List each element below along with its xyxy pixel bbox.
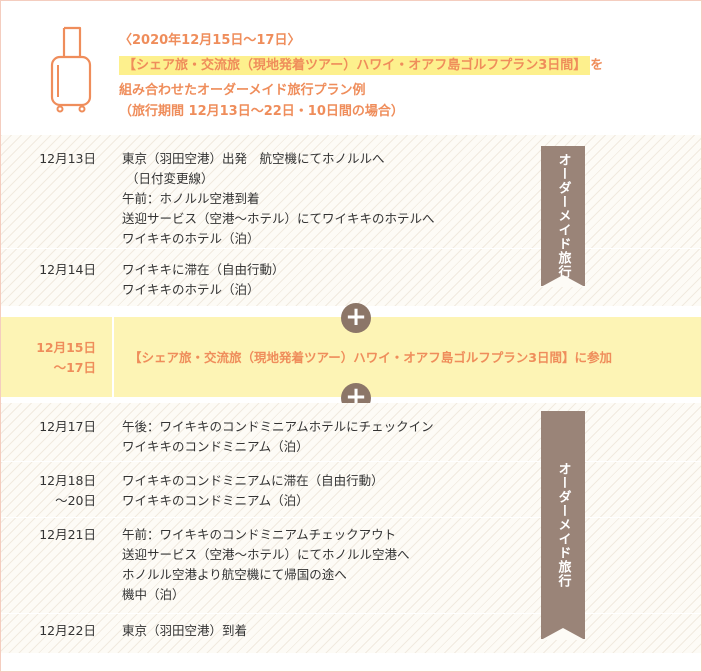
detail-line: ホノルル空港より航空機にて帰国の途へ	[122, 567, 347, 582]
divider	[1, 613, 701, 614]
detail-line: ワイキキに滞在（自由行動）	[122, 262, 285, 277]
divider	[1, 461, 701, 462]
detail-line: ワイキキのコンドミニアム（泊）	[122, 439, 309, 454]
custom-travel-tag: オーダーメイド旅行	[541, 411, 585, 640]
divider	[1, 517, 701, 518]
detail-line: 東京（羽田空港）出発 航空機にてホノルルへ	[122, 151, 385, 166]
trip-date-range: 〈2020年12月15日〜17日〉	[119, 33, 301, 48]
tour-date: 12月15日〜17日	[1, 338, 96, 378]
day-date: 12月13日	[39, 151, 96, 166]
itinerary-frame: 〈2020年12月15日〜17日〉 【シェア旅・交流旅（現地発着ツアー）ハワイ・…	[0, 0, 702, 672]
day-detail: 東京（羽田空港）出発 航空機にてホノルルへ （日付変更線） 午前：ホノルル空港到…	[122, 149, 435, 249]
detail-line: ワイキキのコンドミニアムに滞在（自由行動）	[122, 473, 384, 488]
tour-description: 【シェア旅・交流旅（現地発着ツアー）ハワイ・オアフ島ゴルフプラン3日間】に参加	[129, 350, 612, 365]
day-detail: ワイキキのコンドミニアムに滞在（自由行動） ワイキキのコンドミニアム（泊）	[122, 471, 384, 511]
tour-title: 【シェア旅・交流旅（現地発着ツアー）ハワイ・オアフ島ゴルフプラン3日間】を	[119, 54, 604, 75]
plan-subtitle: 組み合わせたオーダーメイド旅行プラン例	[119, 83, 366, 98]
day-date: 12月18日〜20日	[1, 471, 96, 511]
plan-period: （旅行期間 12月13日〜22日・10日間の場合）	[119, 104, 404, 119]
plus-icon: +	[341, 303, 371, 333]
detail-line: 送迎サービス（空港〜ホテル）にてホノルル空港へ	[122, 547, 410, 562]
day-detail: 東京（羽田空港）到着	[122, 621, 247, 641]
day-detail: ワイキキに滞在（自由行動） ワイキキのホテル（泊）	[122, 260, 285, 300]
custom-travel-tag: オーダーメイド旅行	[541, 146, 585, 287]
detail-line: ワイキキのホテル（泊）	[122, 282, 260, 297]
day-date-end: 〜20日	[55, 493, 96, 508]
tour-date-end: 〜17日	[53, 360, 96, 375]
tour-title-highlight: 【シェア旅・交流旅（現地発着ツアー）ハワイ・オアフ島ゴルフプラン3日間】	[119, 56, 591, 75]
detail-line: 午前：ホノルル空港到着	[122, 191, 260, 206]
day-date: 12月22日	[39, 623, 96, 638]
detail-line: （日付変更線）	[126, 171, 214, 186]
tour-date-start: 12月15日	[36, 340, 96, 355]
itinerary-header: 〈2020年12月15日〜17日〉 【シェア旅・交流旅（現地発着ツアー）ハワイ・…	[1, 1, 701, 135]
detail-line: ワイキキのホテル（泊）	[122, 231, 260, 246]
detail-line: 午後：ワイキキのコンドミニアムホテルにチェックイン	[122, 419, 434, 434]
suitcase-icon	[50, 26, 92, 113]
day-date: 12月14日	[39, 262, 96, 277]
day-date: 12月21日	[39, 527, 96, 542]
detail-line: 東京（羽田空港）到着	[122, 623, 248, 638]
detail-line: 午前：ワイキキのコンドミニアムチェックアウト	[122, 527, 397, 542]
day-detail: 午後：ワイキキのコンドミニアムホテルにチェックイン ワイキキのコンドミニアム（泊…	[122, 417, 434, 457]
detail-line: 機中（泊）	[122, 587, 185, 602]
tour-band-divider	[112, 317, 114, 397]
detail-line: 送迎サービス（空港〜ホテル）にてワイキキのホテルへ	[122, 211, 435, 226]
detail-line: ワイキキのコンドミニアム（泊）	[122, 493, 309, 508]
day-date: 12月17日	[39, 419, 96, 434]
day-date-start: 12月18日	[39, 473, 96, 488]
tour-title-suffix: を	[590, 58, 604, 73]
day-detail: 午前：ワイキキのコンドミニアムチェックアウト 送迎サービス（空港〜ホテル）にてホ…	[122, 525, 410, 605]
